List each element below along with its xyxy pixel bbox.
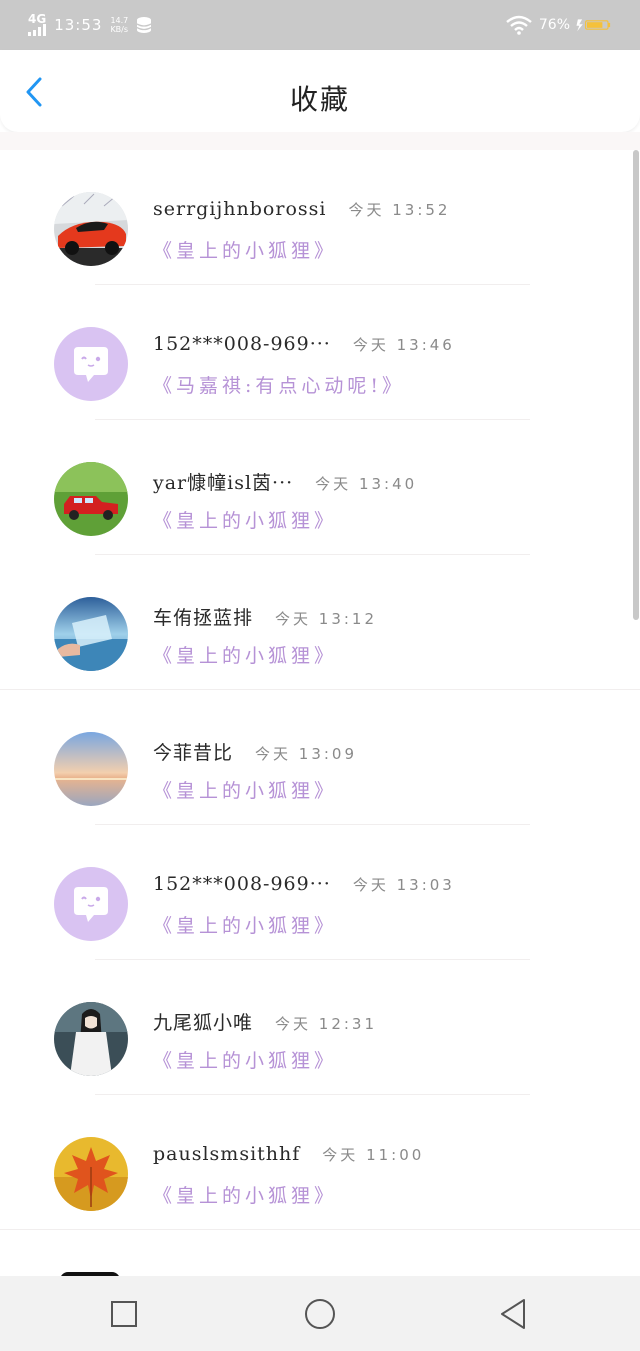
- user-name: 152***008-969···: [153, 333, 331, 355]
- header-gap: [0, 132, 640, 150]
- list-item[interactable]: 九尾狐小唯 今天 12:31 《皇上的小狐狸》: [0, 960, 640, 1095]
- status-time: 13:53: [54, 16, 103, 34]
- timestamp: 今天 13:12: [275, 610, 378, 628]
- bottle-sea-avatar[interactable]: [54, 597, 128, 671]
- signal-icon: 4G: [28, 12, 47, 36]
- divider: [0, 1229, 640, 1230]
- battery-charging-icon: [576, 19, 611, 32]
- timestamp: 今天 13:09: [255, 745, 358, 763]
- list-item[interactable]: 今菲昔比 今天 13:09 《皇上的小狐狸》: [0, 690, 640, 825]
- toy-car-avatar[interactable]: [54, 462, 128, 536]
- network-speed: 14.7 KB/s: [110, 16, 128, 34]
- user-name: 152***008-969···: [153, 873, 331, 895]
- favorite-content[interactable]: 《皇上的小狐狸》: [153, 776, 337, 803]
- maple-leaf-avatar[interactable]: [54, 1137, 128, 1211]
- speed-unit: KB/s: [110, 25, 129, 34]
- back-icon[interactable]: [498, 1298, 530, 1330]
- user-name: 车侑拯蓝排: [153, 607, 254, 629]
- timestamp: 今天 13:40: [315, 475, 418, 493]
- timestamp: 今天 13:52: [348, 201, 451, 219]
- timestamp: 今天 13:46: [352, 336, 455, 354]
- car-red-avatar[interactable]: [54, 192, 128, 266]
- recent-apps-icon[interactable]: [108, 1298, 140, 1330]
- speed-value: 14.7: [110, 16, 129, 25]
- timestamp: 今天 11:00: [322, 1146, 425, 1164]
- list-item[interactable]: serrgijhnborossi 今天 13:52 《皇上的小狐狸》: [0, 150, 640, 285]
- app-header: 收藏: [0, 50, 640, 132]
- page-title: 收藏: [289, 83, 350, 116]
- favorite-content[interactable]: 《马嘉祺:有点心动呢!》: [153, 371, 405, 398]
- user-name: serrgijhnborossi: [153, 198, 327, 220]
- wifi-icon: [506, 15, 532, 35]
- favorite-content[interactable]: 《皇上的小狐狸》: [153, 236, 337, 263]
- person-avatar[interactable]: [54, 1002, 128, 1076]
- user-name: pauslsmsithhf: [153, 1143, 301, 1165]
- favorite-content[interactable]: 《皇上的小狐狸》: [153, 911, 337, 938]
- favorite-content[interactable]: 《皇上的小狐狸》: [153, 506, 337, 533]
- chat-bubble-avatar[interactable]: [54, 867, 128, 941]
- user-name: yar慷幢isl茵···: [153, 472, 294, 494]
- sunset-avatar[interactable]: [54, 732, 128, 806]
- list-item[interactable]: yar慷幢isl茵··· 今天 13:40 《皇上的小狐狸》: [0, 420, 640, 555]
- timestamp: 今天 12:31: [275, 1015, 378, 1033]
- database-icon: [136, 17, 152, 33]
- status-bar: 4G 13:53 14.7 KB/s 76%: [0, 0, 640, 50]
- list-item[interactable]: 152***008-969··· 今天 13:46 《马嘉祺:有点心动呢!》: [0, 285, 640, 420]
- favorites-list: serrgijhnborossi 今天 13:52 《皇上的小狐狸》 152**…: [0, 150, 640, 1276]
- favorite-content[interactable]: 《皇上的小狐狸》: [153, 1181, 337, 1208]
- user-name: 九尾狐小唯: [153, 1012, 254, 1034]
- favorite-content[interactable]: 《皇上的小狐狸》: [153, 1046, 337, 1073]
- user-name: 今菲昔比: [153, 742, 234, 764]
- list-item[interactable]: 152***008-969··· 今天 13:03 《皇上的小狐狸》: [0, 825, 640, 960]
- list-item[interactable]: pauslsmsithhf 今天 11:00 《皇上的小狐狸》: [0, 1095, 640, 1230]
- list-item[interactable]: 车侑拯蓝排 今天 13:12 《皇上的小狐狸》: [0, 555, 640, 690]
- system-nav-bar: [0, 1276, 640, 1351]
- chat-bubble-avatar[interactable]: [54, 327, 128, 401]
- scrollbar[interactable]: [633, 150, 639, 620]
- home-icon[interactable]: [304, 1298, 336, 1330]
- favorite-content[interactable]: 《皇上的小狐狸》: [153, 641, 337, 668]
- battery-percent: 76%: [538, 17, 570, 33]
- network-type: 4G: [28, 12, 47, 26]
- timestamp: 今天 13:03: [352, 876, 455, 894]
